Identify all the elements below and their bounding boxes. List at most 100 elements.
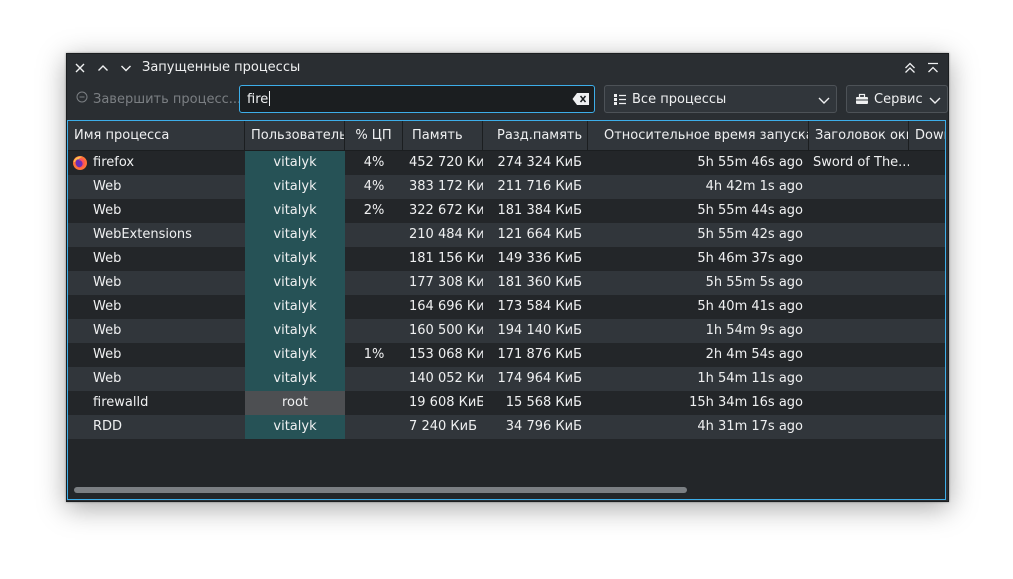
- process-cpu: 1%: [363, 347, 385, 362]
- process-shared-memory: 121 664 КиБ: [497, 227, 583, 242]
- process-start-time: 1h 54m 9s ago: [705, 323, 803, 338]
- process-start-time: 1h 54m 11s ago: [697, 371, 803, 386]
- process-name: Web: [93, 203, 122, 218]
- process-start-time: 4h 31m 17s ago: [697, 419, 803, 434]
- process-window-title: [809, 367, 909, 391]
- chevron-up-icon[interactable]: [95, 60, 111, 76]
- process-user: vitalyk: [245, 151, 345, 175]
- column-header-cpu[interactable]: % ЦП: [345, 121, 403, 150]
- process-start-time: 15h 34m 16s ago: [689, 395, 803, 410]
- process-cpu: [345, 295, 403, 319]
- table-row[interactable]: Web vitalyk 140 052 КиБ 174 964 КиБ 1h 54m 1…: [68, 367, 945, 391]
- process-cpu: [345, 223, 403, 247]
- process-window-title: [809, 271, 909, 295]
- process-memory: 164 696 КиБ: [409, 299, 483, 314]
- process-start-time: 5h 46m 37s ago: [697, 251, 803, 266]
- process-user: vitalyk: [245, 247, 345, 271]
- process-shared-memory: 274 324 КиБ: [497, 155, 583, 170]
- process-window-title: [809, 199, 909, 223]
- process-window-title: [809, 343, 909, 367]
- process-start-time: 5h 55m 44s ago: [697, 203, 803, 218]
- search-input[interactable]: fire: [239, 85, 595, 113]
- process-name: Web: [93, 275, 122, 290]
- process-start-time: 5h 40m 41s ago: [697, 299, 803, 314]
- process-cpu: [345, 367, 403, 391]
- table-row[interactable]: Web vitalyk 2% 322 672 КиБ 181 384 КиБ 5h 55m…: [68, 199, 945, 223]
- process-window-title: [809, 175, 909, 199]
- table-row[interactable]: Web vitalyk 164 696 КиБ 173 584 КиБ 5h 40m 4…: [68, 295, 945, 319]
- column-header-download[interactable]: Down: [909, 121, 945, 150]
- process-name: Web: [93, 371, 122, 386]
- table-row[interactable]: firefox vitalyk 4% 452 720 КиБ 274 324 КиБ 5h…: [68, 151, 945, 175]
- process-memory: 383 172 КиБ: [409, 179, 483, 194]
- window-title: Запущенные процессы: [142, 60, 301, 75]
- process-user: vitalyk: [245, 295, 345, 319]
- tools-button[interactable]: Сервис: [846, 85, 948, 113]
- search-value: fire: [247, 91, 271, 107]
- table-row[interactable]: Web vitalyk 1% 153 068 КиБ 171 876 КиБ 2h 4m …: [68, 343, 945, 367]
- keep-above-icon[interactable]: [902, 60, 918, 76]
- process-shared-memory: 194 140 КиБ: [497, 323, 583, 338]
- clear-icon[interactable]: [572, 92, 590, 106]
- process-window-title: Sword of The...: [813, 155, 909, 170]
- chevron-down-icon[interactable]: [118, 60, 134, 76]
- process-name: WebExtensions: [93, 227, 192, 242]
- toolbox-icon: [855, 92, 869, 106]
- close-icon[interactable]: [72, 60, 88, 76]
- table-row[interactable]: RDD vitalyk 7 240 КиБ 34 796 КиБ 4h 31m 17s …: [68, 415, 945, 439]
- column-header-window-title[interactable]: Заголовок окна: [809, 121, 909, 150]
- process-filter-value: Все процессы: [632, 91, 727, 107]
- column-header-shared-memory[interactable]: Разд.память: [483, 121, 588, 150]
- process-window-title: [809, 295, 909, 319]
- column-header-start-time[interactable]: Относительное время запуска: [588, 121, 809, 150]
- process-start-time: 2h 4m 54s ago: [705, 347, 803, 362]
- process-cpu: [345, 391, 403, 415]
- process-cpu: [345, 247, 403, 271]
- process-shared-memory: 181 384 КиБ: [497, 203, 583, 218]
- tools-label: Сервис: [874, 91, 923, 107]
- process-window: Запущенные процессы Завершить процесс...…: [66, 53, 949, 502]
- process-user: vitalyk: [245, 319, 345, 343]
- process-shared-memory: 15 568 КиБ: [505, 395, 582, 410]
- process-name: Web: [93, 299, 122, 314]
- table-row[interactable]: Web vitalyk 4% 383 172 КиБ 211 716 КиБ 4h 42m…: [68, 175, 945, 199]
- process-shared-memory: 171 876 КиБ: [497, 347, 583, 362]
- process-start-time: 5h 55m 42s ago: [697, 227, 803, 242]
- horizontal-scrollbar[interactable]: [68, 481, 945, 499]
- process-window-title: [809, 247, 909, 271]
- process-name: firefox: [93, 155, 135, 170]
- process-start-time: 5h 55m 5s ago: [705, 275, 803, 290]
- process-window-title: [809, 319, 909, 343]
- process-cpu: [345, 319, 403, 343]
- kill-icon: [76, 91, 88, 107]
- process-user: vitalyk: [245, 343, 345, 367]
- process-filter-select[interactable]: Все процессы: [604, 85, 837, 113]
- process-window-title: [809, 415, 909, 439]
- process-memory: 177 308 КиБ: [409, 275, 483, 290]
- horizontal-scrollbar-handle[interactable]: [74, 487, 687, 493]
- process-shared-memory: 173 584 КиБ: [497, 299, 583, 314]
- column-header-user[interactable]: Пользователь: [245, 121, 345, 150]
- table-row[interactable]: firewalld root 19 608 КиБ 15 568 КиБ 15h 34m…: [68, 391, 945, 415]
- table-row[interactable]: WebExtensions vitalyk 210 484 КиБ 121 664 К…: [68, 223, 945, 247]
- table-row[interactable]: Web vitalyk 181 156 КиБ 149 336 КиБ 5h 46m 3…: [68, 247, 945, 271]
- process-shared-memory: 174 964 КиБ: [497, 371, 583, 386]
- table-row[interactable]: Web vitalyk 160 500 КиБ 194 140 КиБ 1h 54m 9…: [68, 319, 945, 343]
- minimize-icon[interactable]: [925, 60, 941, 76]
- process-name: RDD: [93, 419, 123, 434]
- process-table: Имя процесса Пользователь % ЦП Память Ра…: [67, 120, 946, 500]
- column-header-name[interactable]: Имя процесса: [68, 121, 245, 150]
- process-cpu: 4%: [363, 155, 385, 170]
- process-start-time: 5h 55m 46s ago: [697, 155, 803, 170]
- process-shared-memory: 34 796 КиБ: [505, 419, 582, 434]
- process-shared-memory: 181 360 КиБ: [497, 275, 583, 290]
- kill-process-button[interactable]: Завершить процесс...: [71, 86, 241, 112]
- list-icon: [613, 92, 627, 106]
- table-row[interactable]: Web vitalyk 177 308 КиБ 181 360 КиБ 5h 55m 5…: [68, 271, 945, 295]
- process-user: root: [245, 391, 345, 415]
- column-header-memory[interactable]: Память: [403, 121, 483, 150]
- process-user: vitalyk: [245, 175, 345, 199]
- process-memory: 160 500 КиБ: [409, 323, 483, 338]
- process-window-title: [809, 223, 909, 247]
- chevron-down-icon: [818, 94, 830, 104]
